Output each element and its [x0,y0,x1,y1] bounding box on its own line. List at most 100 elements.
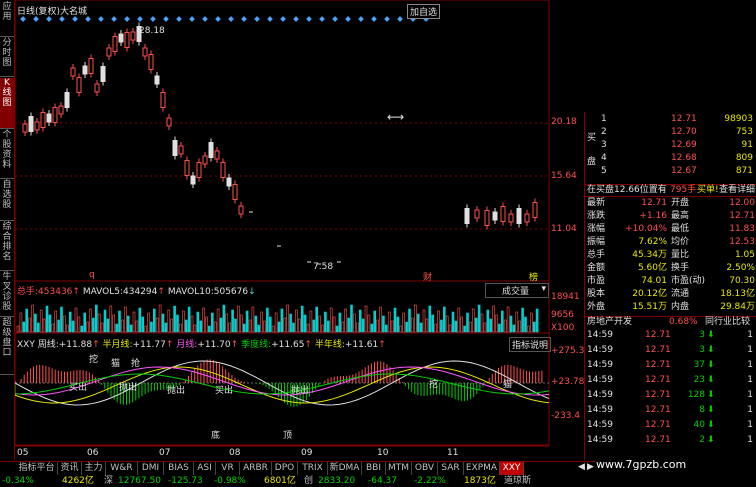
indicator-tab[interactable]: EXPMA [464,462,500,475]
tick-row: 14:59 12.71 23 ⬇ 1 [585,375,756,386]
volume-bar [124,306,127,333]
signal-diamond [241,16,247,22]
indicator-tab[interactable]: DMI [138,462,164,475]
signal-diamond [280,16,286,22]
mavol5-value: 434294 [123,287,158,297]
indicator-tab[interactable]: VR [216,462,240,475]
tick-volume: 3 [699,345,705,355]
mavol10-label: MAVOL10: [167,287,214,297]
indicator-tab[interactable]: ARBR [240,462,272,475]
quote-value: 70.30 [729,276,755,286]
volume-bar [408,308,411,333]
volume-bar [315,306,319,333]
indicator-tab[interactable]: XXY [500,462,524,475]
volume-bar [379,306,382,333]
left-tab-3[interactable]: 个股资料 [0,130,14,179]
volume-bar [179,323,182,333]
indicator-tab[interactable]: SAR [438,462,464,475]
chevron-down-icon: ▾ [541,284,546,294]
indicator-axis-top: +275.3 [551,346,585,356]
order-book-row[interactable]: 4 12.68 809 [585,153,756,164]
volume-bar [428,305,432,333]
indicator-tab[interactable]: BIAS [164,462,194,475]
chart-title: 日线(复权) [17,7,61,17]
scroll-left-icon[interactable]: ◀ [578,462,585,472]
indicator-tab[interactable]: ASI [194,462,216,475]
indicator-tab[interactable]: 主力 [82,462,106,475]
volume-bar [373,310,377,333]
volume-bar [347,317,350,333]
indicator-tab[interactable]: 新DMA [328,462,362,475]
scroll-right-icon[interactable]: ▶ [587,462,594,472]
order-book-row[interactable]: 3 12.69 91 [585,140,756,151]
left-tab-5[interactable]: 综合排名 [0,222,14,271]
indicator-tab[interactable]: BBI [362,462,386,475]
candle-body [532,202,538,218]
signal-diamond [176,16,182,22]
quote-value: 74.01 [641,276,667,286]
indicator-explain-button[interactable]: 指标说明 [509,337,552,352]
volume-bar [309,310,313,333]
tick-volume: 40 [693,420,705,430]
quote-label: 量比 [671,250,690,260]
left-tab-2[interactable]: K线图 [0,78,14,129]
volume-bar [28,317,31,333]
order-book-row[interactable]: 5 12.67 871 [585,166,756,177]
volume-bar [176,314,179,333]
left-tab-6[interactable]: 牛叉诊股 [0,272,14,317]
industry-compare-button[interactable]: 同行业比较 [705,317,750,328]
indicator-tab[interactable]: TRIX [298,462,328,475]
volume-bar [190,315,194,333]
candle-body [516,208,522,224]
indicator-tab[interactable]: MTM [386,462,412,475]
candle-body [46,113,52,123]
volume-indicator-dropdown[interactable]: 成交量 ▾ [485,283,549,298]
quote-label: 总手 [587,250,606,260]
buy-order-button[interactable]: 买单! [697,185,719,196]
left-tab-7[interactable]: 超级盘口 [0,318,14,375]
up-arrow-icon: ↑ [157,287,165,297]
volume-bar [240,314,243,333]
indicator-tab[interactable]: W&R [106,462,138,475]
indicator-tab[interactable]: 指标平台 [16,462,58,475]
signal-diamond [267,16,273,22]
half-month-line-value: +11.77 [132,340,166,350]
quote-value: 1.05 [734,250,755,260]
left-tab-1[interactable]: 分时图 [0,38,14,77]
mavol5-label: MAVOL5: [82,287,124,297]
volume-bar [51,323,55,333]
quote-label: 最新 [587,198,606,208]
volume-bar [437,310,440,333]
signal-diamond [345,16,351,22]
chart-area[interactable]: 日线(复权) 大名城 加自选 20.18 15.64 11.04 28.18 7… [15,0,584,460]
indicator-tab[interactable]: OBV [412,462,438,475]
status-item: -64.37 [368,476,398,486]
mavol10-value: 505676 [213,287,249,297]
order-level: 5 [601,166,607,176]
status-item: -125.73 [168,476,203,486]
volume-bar [442,306,446,333]
candle-body [130,31,136,41]
volume-bar [95,304,98,333]
indicator-tab[interactable]: 资讯 [58,462,82,475]
indicator-tab[interactable]: DPO [272,462,298,475]
left-tab-4[interactable]: 自选股 [0,180,14,221]
quote-row: 振幅 7.62% 均价 12.53 [585,237,756,248]
tick-row: 14:59 12.71 8 ⬇ 1 [585,405,756,416]
order-book-row[interactable]: 1 12.71 98903 [585,114,756,125]
left-tab-0[interactable]: 应用 [0,2,14,37]
sector-row[interactable]: 房地产开发 0.68% 同行业比较 [585,316,756,328]
view-detail-button[interactable]: 查看详细 [719,185,755,196]
signal-label: 猫 [111,359,121,369]
signal-diamond [163,16,169,22]
volume-bar [251,306,255,333]
volume-bar [57,319,60,333]
add-watchlist-button[interactable]: 加自选 [407,4,441,19]
up-arrow-icon: ↑ [230,340,239,350]
volume-bar [153,308,156,333]
order-book-row[interactable]: 2 12.70 753 [585,127,756,138]
tick-count: 1 [747,330,753,340]
volume-bar [382,315,385,333]
volume-bar [326,320,330,333]
signal-diamond [72,16,78,22]
